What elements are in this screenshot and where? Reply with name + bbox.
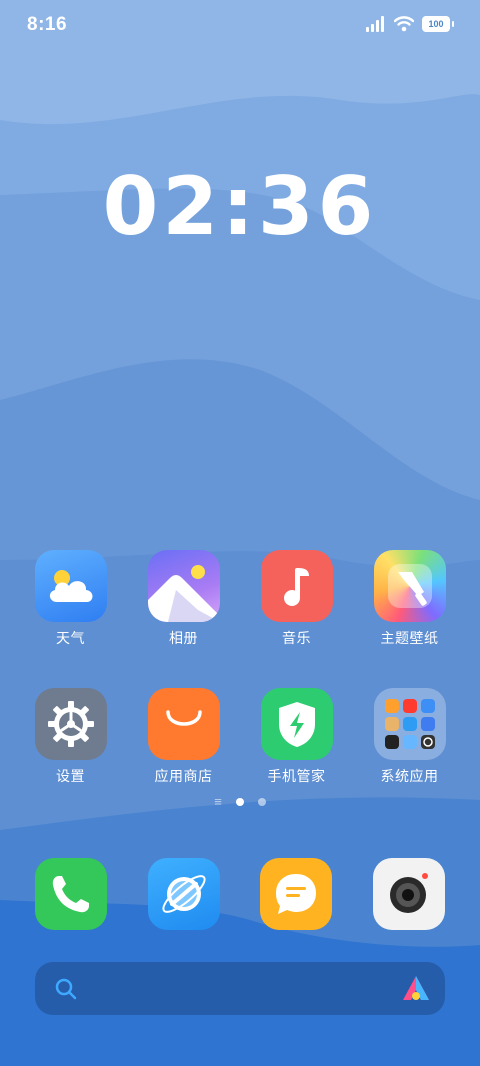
app-label: 系统应用 bbox=[380, 768, 439, 784]
app-store-icon bbox=[147, 688, 220, 760]
app-store[interactable]: 应用商店 bbox=[127, 688, 240, 786]
app-label: 音乐 bbox=[282, 630, 311, 646]
shield-icon bbox=[260, 688, 333, 760]
app-label: 主题壁纸 bbox=[380, 630, 439, 646]
app-label: 相册 bbox=[169, 630, 198, 646]
theme-brush-icon bbox=[373, 550, 446, 622]
gallery-icon bbox=[147, 550, 220, 622]
app-label: 应用商店 bbox=[154, 768, 213, 784]
app-theme[interactable]: 主题壁纸 bbox=[353, 550, 466, 648]
browser-icon bbox=[147, 858, 220, 930]
music-icon bbox=[260, 550, 333, 622]
dock-phone[interactable] bbox=[35, 858, 107, 930]
page-dot-active[interactable] bbox=[235, 798, 244, 806]
dock-browser[interactable] bbox=[147, 858, 220, 930]
app-gallery[interactable]: 相册 bbox=[127, 550, 240, 648]
search-bar[interactable] bbox=[35, 962, 445, 1015]
battery-icon: 100 bbox=[422, 16, 454, 32]
wifi-icon bbox=[394, 16, 414, 32]
camera-icon bbox=[372, 858, 445, 930]
dock-camera[interactable] bbox=[372, 858, 445, 930]
app-label: 设置 bbox=[56, 768, 85, 784]
page-indicator: ≡ bbox=[0, 795, 480, 808]
dock-messages[interactable] bbox=[260, 858, 333, 930]
folder-icon bbox=[373, 688, 446, 760]
app-settings[interactable]: 设置 bbox=[14, 688, 127, 786]
page-dot[interactable] bbox=[257, 798, 266, 806]
app-music[interactable]: 音乐 bbox=[240, 550, 353, 648]
search-icon[interactable] bbox=[53, 976, 79, 1002]
app-folder-system-apps[interactable]: 系统应用 bbox=[353, 688, 466, 786]
status-icons: 100 bbox=[366, 16, 454, 32]
menu-lines-icon[interactable]: ≡ bbox=[214, 795, 222, 808]
app-weather[interactable]: 天气 bbox=[14, 550, 127, 648]
app-grid: 天气 相册 音乐 主题壁纸 设置 应用商店 手机管家 系统应用 bbox=[0, 550, 480, 826]
status-bar: 8:16 100 bbox=[0, 0, 480, 50]
gear-icon bbox=[34, 688, 107, 760]
clock-widget[interactable]: 02:36 bbox=[0, 160, 480, 253]
signal-icon bbox=[366, 16, 384, 32]
app-phone-manager[interactable]: 手机管家 bbox=[240, 688, 353, 786]
weather-icon bbox=[34, 550, 107, 622]
app-label: 天气 bbox=[56, 630, 85, 646]
status-time: 8:16 bbox=[27, 14, 68, 35]
message-icon bbox=[260, 858, 333, 930]
app-label: 手机管家 bbox=[267, 768, 326, 784]
assistant-icon[interactable] bbox=[401, 974, 431, 1004]
dock bbox=[0, 858, 480, 930]
phone-icon bbox=[35, 858, 107, 930]
